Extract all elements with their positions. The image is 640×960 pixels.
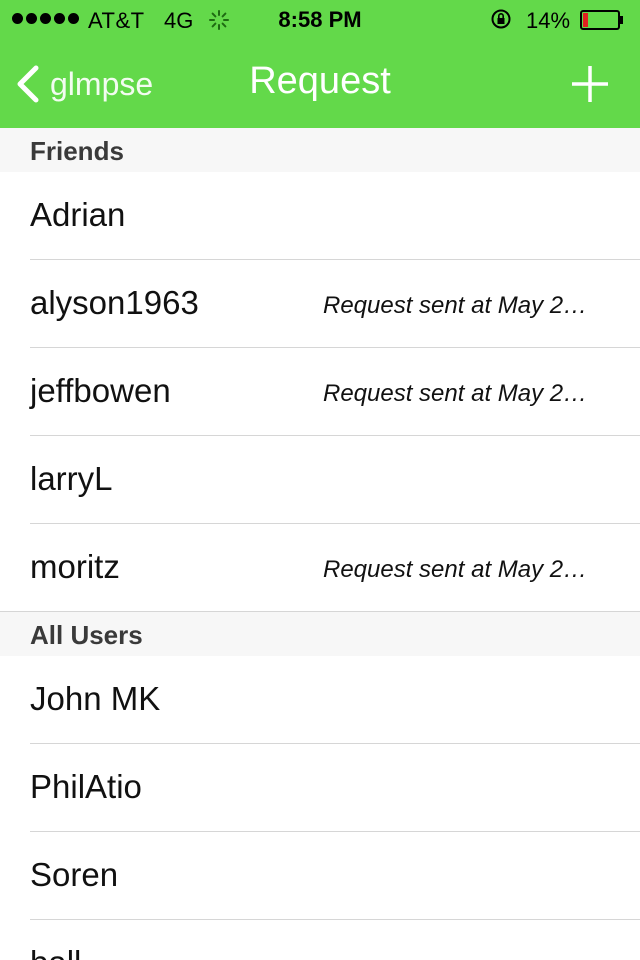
friend-name: larryL xyxy=(30,460,113,497)
navigation-bar: glmpse Request xyxy=(0,40,640,128)
user-row[interactable]: John MK xyxy=(0,656,640,744)
page-title: Request xyxy=(249,60,391,102)
user-row[interactable]: PhilAtio xyxy=(0,744,640,832)
friend-row[interactable]: larryL xyxy=(0,436,640,524)
rotation-lock-icon xyxy=(491,9,511,29)
friend-row[interactable]: Adrian xyxy=(0,172,640,260)
friend-name: alyson1963 xyxy=(30,284,199,321)
section-header-all-users: All Users xyxy=(0,612,640,656)
status-bar: AT&T 4G 8:58 PM 14% xyxy=(0,0,640,40)
user-row[interactable]: Soren xyxy=(0,832,640,920)
friend-name: Adrian xyxy=(30,196,126,233)
friend-row[interactable]: jeffbowen Request sent at May 2… xyxy=(0,348,640,436)
add-icon[interactable] xyxy=(570,64,610,104)
user-name: Soren xyxy=(30,856,119,893)
user-row[interactable]: ball xyxy=(0,920,640,960)
user-name: ball xyxy=(30,944,81,960)
request-status: Request sent at May 2… xyxy=(323,556,588,583)
request-status: Request sent at May 2… xyxy=(323,380,588,407)
user-name: PhilAtio xyxy=(30,768,142,805)
section-header-friends: Friends xyxy=(0,128,640,172)
battery-icon xyxy=(580,10,623,30)
user-name: John MK xyxy=(30,680,161,717)
user-list: Friends Adrian alyson1963 Request sent a… xyxy=(0,128,640,960)
top-bar: AT&T 4G 8:58 PM 14% glmpse Request xyxy=(0,0,640,128)
friend-name: jeffbowen xyxy=(30,372,171,409)
friend-row[interactable]: moritz Request sent at May 2… xyxy=(0,524,640,612)
request-screen: AT&T 4G 8:58 PM 14% glmpse Request Frien… xyxy=(0,0,640,960)
battery-percent-label: 14% xyxy=(526,8,571,33)
friend-name: moritz xyxy=(30,548,120,585)
request-status: Request sent at May 2… xyxy=(323,292,588,319)
friend-row[interactable]: alyson1963 Request sent at May 2… xyxy=(0,260,640,348)
